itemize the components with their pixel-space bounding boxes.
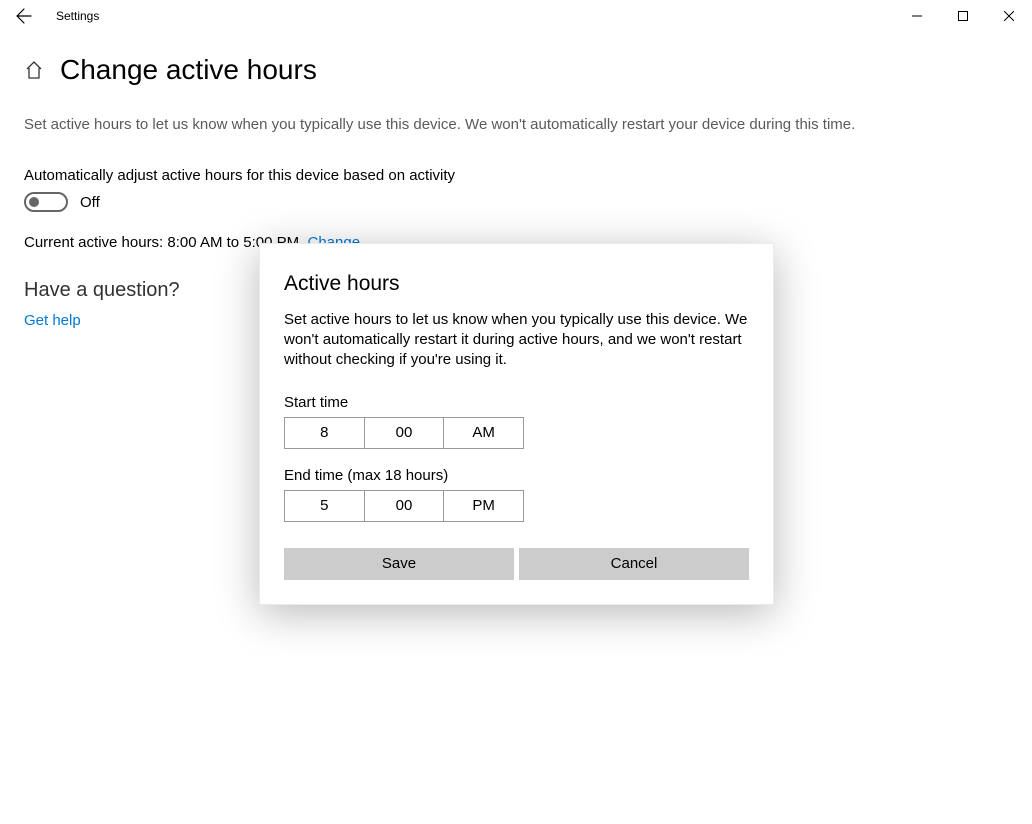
page-title: Change active hours <box>60 54 317 86</box>
home-button[interactable] <box>24 60 44 80</box>
end-hour-cell[interactable]: 5 <box>285 491 365 521</box>
home-icon <box>25 61 43 79</box>
end-ampm-cell[interactable]: PM <box>444 491 523 521</box>
active-hours-dialog: Active hours Set active hours to let us … <box>259 243 774 605</box>
auto-adjust-label: Automatically adjust active hours for th… <box>24 167 1008 184</box>
start-minute-cell[interactable]: 00 <box>365 418 445 448</box>
maximize-button[interactable] <box>940 0 986 32</box>
current-hours-prefix: Current active hours: <box>24 234 167 251</box>
close-button[interactable] <box>986 0 1032 32</box>
maximize-icon <box>958 11 968 21</box>
save-button[interactable]: Save <box>284 548 514 580</box>
auto-adjust-toggle-row: Off <box>24 192 1008 212</box>
back-button[interactable] <box>0 0 48 32</box>
start-time-label: Start time <box>284 394 749 411</box>
arrow-left-icon <box>16 8 32 24</box>
end-time-label: End time (max 18 hours) <box>284 467 749 484</box>
cancel-button[interactable]: Cancel <box>519 548 749 580</box>
minimize-icon <box>912 11 922 21</box>
auto-adjust-toggle[interactable] <box>24 192 68 212</box>
start-hour-cell[interactable]: 8 <box>285 418 365 448</box>
close-icon <box>1004 11 1014 21</box>
toggle-knob <box>29 197 39 207</box>
titlebar: Settings <box>0 0 1032 32</box>
dialog-title: Active hours <box>284 272 749 296</box>
end-time-picker[interactable]: 5 00 PM <box>284 490 524 522</box>
start-ampm-cell[interactable]: AM <box>444 418 523 448</box>
toggle-state-label: Off <box>80 194 100 211</box>
minimize-button[interactable] <box>894 0 940 32</box>
dialog-description: Set active hours to let us know when you… <box>284 310 749 370</box>
window-title: Settings <box>56 9 99 23</box>
end-minute-cell[interactable]: 00 <box>365 491 445 521</box>
start-time-picker[interactable]: 8 00 AM <box>284 417 524 449</box>
dialog-button-row: Save Cancel <box>284 548 749 580</box>
page-header: Change active hours <box>24 54 1008 86</box>
page-description: Set active hours to let us know when you… <box>24 116 924 133</box>
